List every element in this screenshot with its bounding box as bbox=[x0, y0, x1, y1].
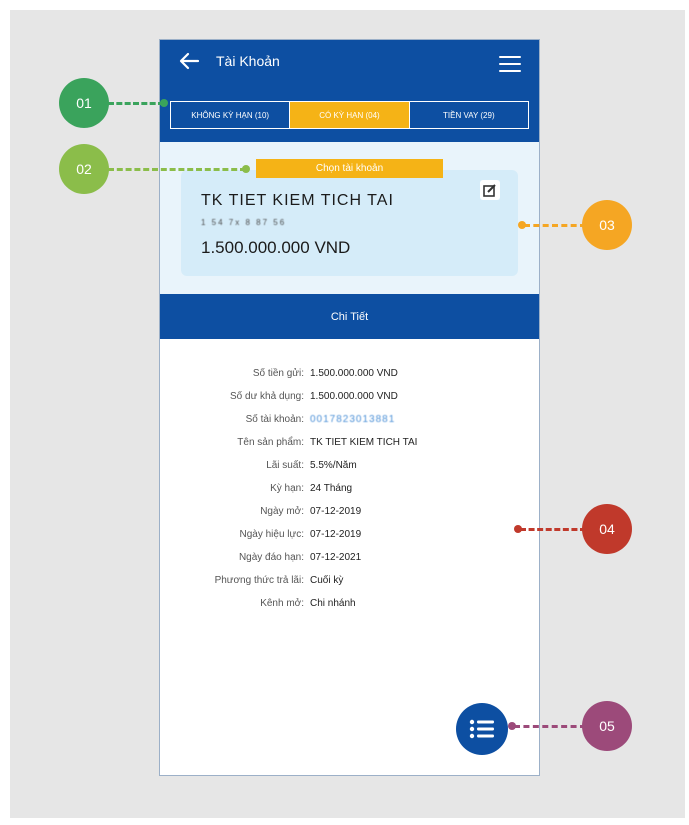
detail-label: Số tài khoản: bbox=[245, 414, 304, 425]
callout-dot-02 bbox=[242, 165, 250, 173]
detail-value: Chi nhánh bbox=[310, 598, 356, 609]
callout-line-02 bbox=[108, 168, 246, 171]
detail-label: Ngày mở: bbox=[260, 506, 304, 517]
detail-value: 24 Tháng bbox=[310, 483, 353, 494]
detail-row: Lãi suất: 5.5%/Năm bbox=[160, 454, 539, 477]
detail-label: Số tiền gửi: bbox=[252, 368, 304, 379]
list-icon bbox=[469, 719, 494, 739]
detail-row: Số tài khoản: 0017823013881 bbox=[160, 408, 539, 431]
detail-row: Ngày mở: 07-12-2019 bbox=[160, 500, 539, 523]
account-name: TK TIET KIEM TICH TAI bbox=[201, 192, 394, 209]
callout-marker-05: 05 bbox=[582, 701, 632, 751]
detail-label: Tên sản phẩm: bbox=[237, 437, 304, 448]
detail-row: Số tiền gửi: 1.500.000.000 VND bbox=[160, 362, 539, 385]
detail-value: 07-12-2021 bbox=[310, 552, 362, 563]
detail-header: Chi Tiết bbox=[160, 294, 539, 339]
callout-dot-04 bbox=[514, 525, 522, 533]
detail-value: 1.500.000.000 VND bbox=[310, 391, 398, 402]
choose-account-button[interactable]: Chọn tài khoản bbox=[256, 159, 443, 178]
detail-row: Số dư khả dụng: 1.500.000.000 VND bbox=[160, 385, 539, 408]
detail-list: Số tiền gửi: 1.500.000.000 VND Số dư khả… bbox=[160, 362, 539, 615]
detail-label: Phương thức trả lãi: bbox=[214, 575, 304, 586]
detail-value: 07-12-2019 bbox=[310, 529, 362, 540]
detail-row: Tên sản phẩm: TK TIET KIEM TICH TAI bbox=[160, 431, 539, 454]
page-title: Tài Khoản bbox=[216, 53, 280, 69]
callout-marker-01: 01 bbox=[59, 78, 109, 128]
edit-icon[interactable] bbox=[480, 180, 500, 200]
detail-value: Cuối kỳ bbox=[310, 575, 344, 586]
detail-row: Kỳ hạn: 24 Tháng bbox=[160, 477, 539, 500]
callout-marker-02: 02 bbox=[59, 144, 109, 194]
detail-value: TK TIET KIEM TICH TAI bbox=[310, 437, 418, 448]
callout-line-03 bbox=[524, 224, 586, 227]
detail-label: Lãi suất: bbox=[266, 460, 304, 471]
detail-row: Phương thức trả lãi: Cuối kỳ bbox=[160, 569, 539, 592]
account-type-tabs: KHÔNG KỲ HẠN (10) CÓ KỲ HẠN (04) TIỀN VA… bbox=[170, 101, 529, 129]
account-card[interactable]: TK TIET KIEM TICH TAI 1 54 7x 8 87 56 1.… bbox=[181, 170, 518, 276]
callout-line-04 bbox=[520, 528, 586, 531]
tab-loans[interactable]: TIỀN VAY (29) bbox=[410, 102, 528, 128]
tab-demand-deposit[interactable]: KHÔNG KỲ HẠN (10) bbox=[171, 102, 291, 128]
callout-line-01 bbox=[108, 102, 164, 105]
detail-row: Ngày đáo hạn: 07-12-2021 bbox=[160, 546, 539, 569]
callout-dot-05 bbox=[508, 722, 516, 730]
detail-value: 1.500.000.000 VND bbox=[310, 368, 398, 379]
detail-row: Ngày hiệu lực: 07-12-2019 bbox=[160, 523, 539, 546]
phone-screen: Tài Khoản KHÔNG KỲ HẠN (10) CÓ KỲ HẠN (0… bbox=[159, 39, 540, 776]
callout-marker-03: 03 bbox=[582, 200, 632, 250]
list-fab-button[interactable] bbox=[456, 703, 508, 755]
detail-label: Số dư khả dụng: bbox=[230, 391, 304, 402]
detail-value: 0017823013881 bbox=[310, 414, 396, 425]
back-arrow-icon[interactable] bbox=[178, 50, 200, 72]
callout-marker-04: 04 bbox=[582, 504, 632, 554]
detail-row: Kênh mở: Chi nhánh bbox=[160, 592, 539, 615]
detail-label: Kỳ hạn: bbox=[270, 483, 304, 494]
account-area: TK TIET KIEM TICH TAI 1 54 7x 8 87 56 1.… bbox=[160, 142, 539, 294]
detail-label: Ngày đáo hạn: bbox=[238, 552, 304, 563]
callout-line-05 bbox=[514, 725, 586, 728]
detail-label: Ngày hiệu lực: bbox=[239, 529, 304, 540]
detail-label: Kênh mở: bbox=[260, 598, 304, 609]
menu-icon[interactable] bbox=[499, 56, 521, 72]
detail-value: 07-12-2019 bbox=[310, 506, 362, 517]
detail-value: 5.5%/Năm bbox=[310, 460, 357, 471]
callout-dot-03 bbox=[518, 221, 526, 229]
account-balance: 1.500.000.000 VND bbox=[201, 238, 351, 257]
account-number-masked: 1 54 7x 8 87 56 bbox=[201, 218, 287, 227]
app-bar: Tài Khoản KHÔNG KỲ HẠN (10) CÓ KỲ HẠN (0… bbox=[160, 40, 539, 142]
tab-term-deposit[interactable]: CÓ KỲ HẠN (04) bbox=[290, 102, 410, 128]
callout-dot-01 bbox=[160, 99, 168, 107]
